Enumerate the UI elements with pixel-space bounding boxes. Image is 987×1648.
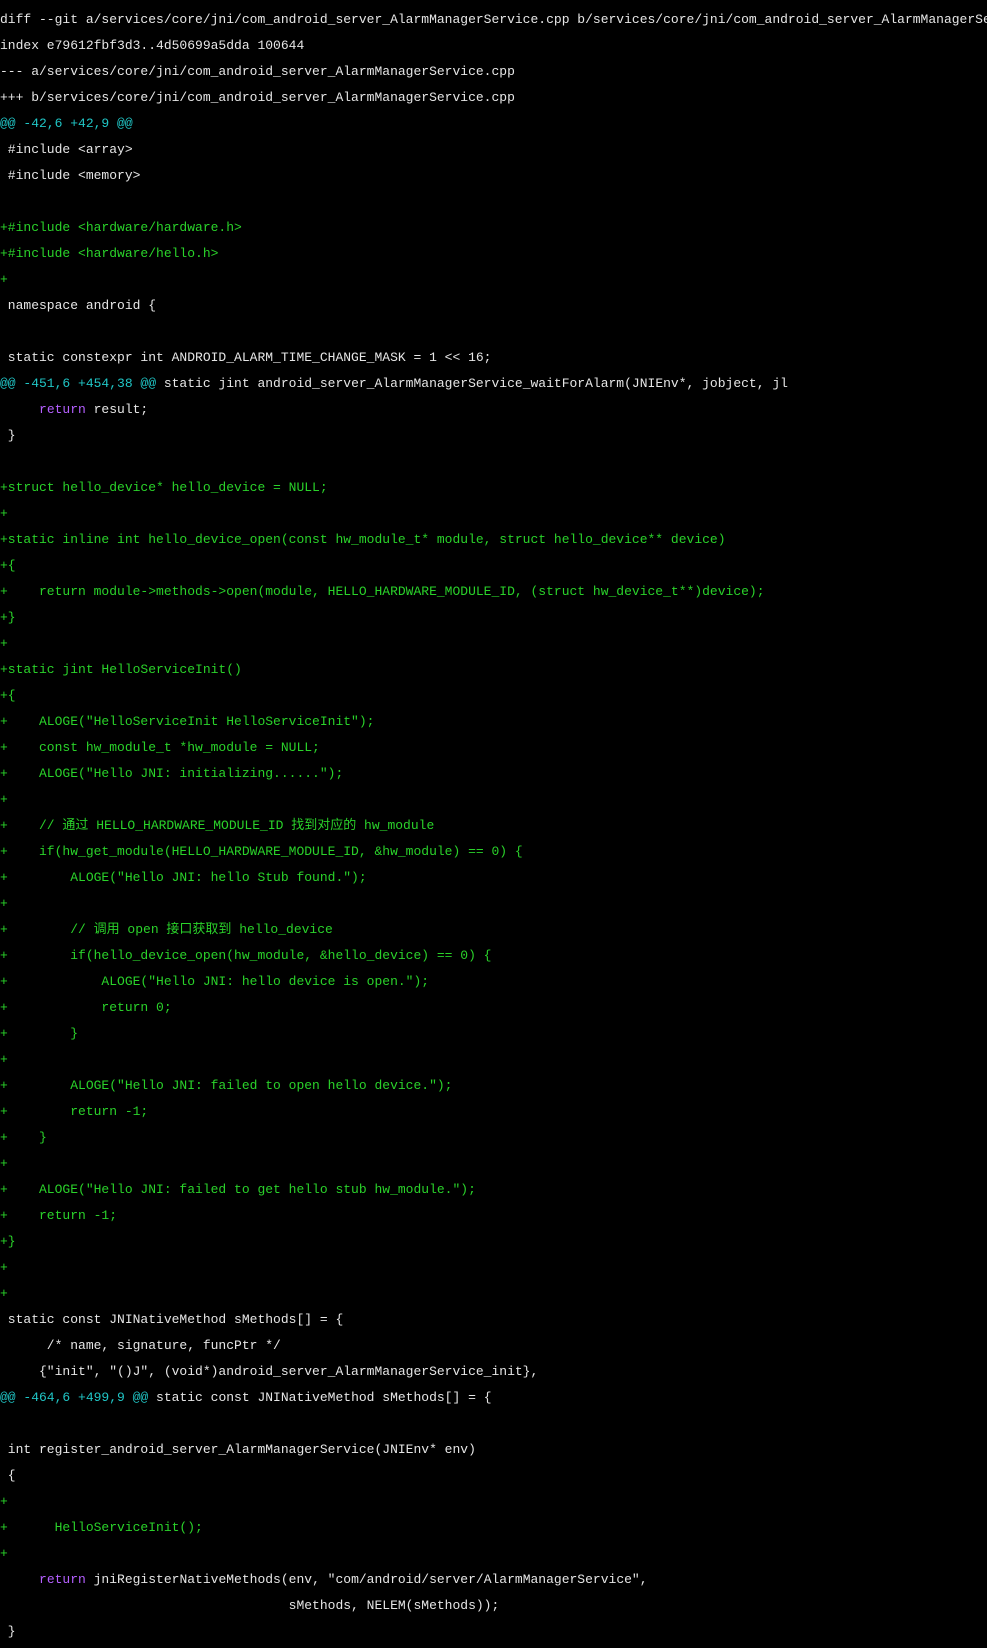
- add-line: +{: [0, 689, 987, 702]
- add-line: +: [0, 1053, 987, 1066]
- ctx-line: int register_android_server_AlarmManager…: [0, 1443, 987, 1456]
- add-line: + return -1;: [0, 1105, 987, 1118]
- add-line: + ALOGE("Hello JNI: initializing......")…: [0, 767, 987, 780]
- add-line: + return module->methods->open(module, H…: [0, 585, 987, 598]
- hunk1-header: @@ -42,6 +42,9 @@: [0, 117, 987, 130]
- add-line: +: [0, 1157, 987, 1170]
- add-line: +: [0, 637, 987, 650]
- diff-header: diff --git a/services/core/jni/com_andro…: [0, 13, 987, 26]
- ctx-line: [0, 1417, 987, 1430]
- diff-from-file: --- a/services/core/jni/com_android_serv…: [0, 65, 987, 78]
- add-line: + // 通过 HELLO_HARDWARE_MODULE_ID 找到对应的 h…: [0, 819, 987, 832]
- add-line: +static jint HelloServiceInit(): [0, 663, 987, 676]
- add-line: +: [0, 897, 987, 910]
- ctx-line: #include <memory>: [0, 169, 987, 182]
- diff-output: diff --git a/services/core/jni/com_andro…: [0, 0, 987, 1648]
- add-line: +: [0, 1261, 987, 1274]
- add-line: +}: [0, 611, 987, 624]
- add-line: + return 0;: [0, 1001, 987, 1014]
- ctx-line: /* name, signature, funcPtr */: [0, 1339, 987, 1352]
- add-line: + ALOGE("Hello JNI: hello device is open…: [0, 975, 987, 988]
- ctx-line: return result;: [0, 403, 987, 416]
- add-line: + ALOGE("Hello JNI: hello Stub found.");: [0, 871, 987, 884]
- ctx-line: sMethods, NELEM(sMethods));: [0, 1599, 987, 1612]
- add-line: +: [0, 1287, 987, 1300]
- add-line: + }: [0, 1027, 987, 1040]
- add-line: + const hw_module_t *hw_module = NULL;: [0, 741, 987, 754]
- add-line: + ALOGE("HelloServiceInit HelloServiceIn…: [0, 715, 987, 728]
- add-line: +}: [0, 1235, 987, 1248]
- ctx-line: static const JNINativeMethod sMethods[] …: [0, 1313, 987, 1326]
- add-line: + }: [0, 1131, 987, 1144]
- ctx-line: namespace android {: [0, 299, 987, 312]
- ctx-line: [0, 195, 987, 208]
- ctx-line: {"init", "()J", (void*)android_server_Al…: [0, 1365, 987, 1378]
- add-line: +: [0, 1547, 987, 1560]
- ctx-line: [0, 325, 987, 338]
- add-line: + HelloServiceInit();: [0, 1521, 987, 1534]
- add-line: + return -1;: [0, 1209, 987, 1222]
- add-line: + if(hw_get_module(HELLO_HARDWARE_MODULE…: [0, 845, 987, 858]
- diff-index: index e79612fbf3d3..4d50699a5dda 100644: [0, 39, 987, 52]
- ctx-line: [0, 455, 987, 468]
- ctx-line: #include <array>: [0, 143, 987, 156]
- add-line: +{: [0, 559, 987, 572]
- ctx-line: }: [0, 1625, 987, 1638]
- add-line: + // 调用 open 接口获取到 hello_device: [0, 923, 987, 936]
- add-line: +#include <hardware/hello.h>: [0, 247, 987, 260]
- add-line: +struct hello_device* hello_device = NUL…: [0, 481, 987, 494]
- add-line: +static inline int hello_device_open(con…: [0, 533, 987, 546]
- diff-to-file: +++ b/services/core/jni/com_android_serv…: [0, 91, 987, 104]
- ctx-line: }: [0, 429, 987, 442]
- add-line: +: [0, 507, 987, 520]
- hunk2-header: @@ -451,6 +454,38 @@ static jint android…: [0, 377, 987, 390]
- ctx-line: return jniRegisterNativeMethods(env, "co…: [0, 1573, 987, 1586]
- add-line: + ALOGE("Hello JNI: failed to get hello …: [0, 1183, 987, 1196]
- hunk3-header: @@ -464,6 +499,9 @@ static const JNINati…: [0, 1391, 987, 1404]
- add-line: +: [0, 273, 987, 286]
- add-line: + ALOGE("Hello JNI: failed to open hello…: [0, 1079, 987, 1092]
- add-line: +: [0, 1495, 987, 1508]
- ctx-line: {: [0, 1469, 987, 1482]
- add-line: +#include <hardware/hardware.h>: [0, 221, 987, 234]
- ctx-line: static constexpr int ANDROID_ALARM_TIME_…: [0, 351, 987, 364]
- add-line: + if(hello_device_open(hw_module, &hello…: [0, 949, 987, 962]
- add-line: +: [0, 793, 987, 806]
